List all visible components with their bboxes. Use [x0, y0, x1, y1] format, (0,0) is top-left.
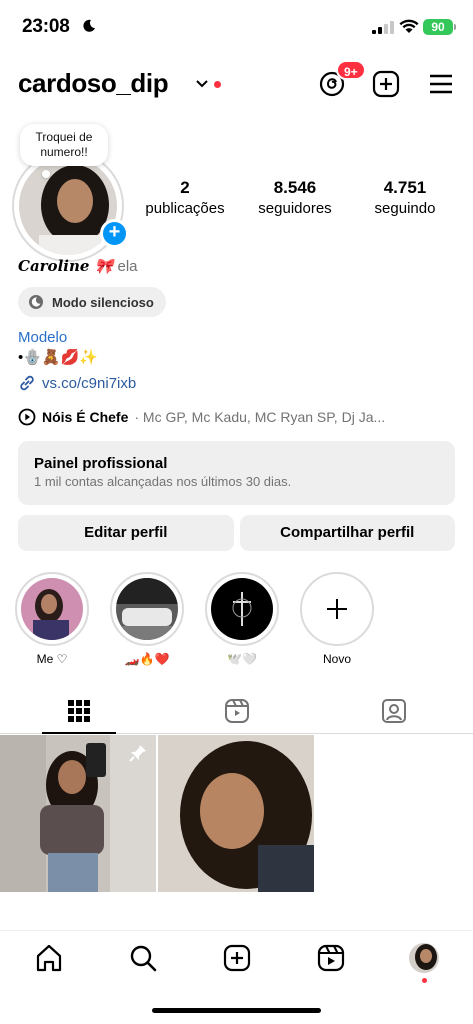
reels-icon[interactable]: [316, 943, 346, 973]
highlight-item[interactable]: 🕊️🤍: [204, 572, 280, 668]
highlight-item[interactable]: 🏎️🔥❤️: [109, 572, 185, 668]
tab-reels[interactable]: [158, 688, 316, 733]
highlight-label: Me ♡: [36, 652, 68, 666]
plus-icon: [327, 599, 347, 619]
following-count[interactable]: 4.751 seguindo: [350, 178, 460, 217]
highlight-label: 🕊️🤍: [227, 652, 257, 666]
pronoun: ela: [117, 258, 138, 275]
create-post-icon[interactable]: [372, 70, 400, 98]
silent-mode-chip[interactable]: Modo silencioso: [18, 287, 166, 317]
display-name: Caroline 🎀: [18, 257, 114, 275]
bio-text: •🪬🧸💋✨: [18, 349, 98, 366]
followers-count[interactable]: 8.546 seguidores: [240, 178, 350, 217]
moon-icon: [29, 295, 43, 309]
grid-icon: [67, 699, 90, 722]
battery-indicator: 90: [423, 19, 453, 35]
highlight-cover: [116, 578, 178, 640]
highlight-label: 🏎️🔥❤️: [124, 652, 170, 666]
note-bubble-tail: [42, 170, 50, 178]
highlight-ring: [15, 572, 89, 646]
highlight-cover: [21, 578, 83, 640]
stat-label: seguindo: [374, 200, 436, 217]
profile-note[interactable]: Troquei de numero!!: [20, 124, 108, 166]
username-switcher[interactable]: cardoso_dip: [18, 68, 169, 99]
status-time: 23:08: [22, 16, 70, 37]
post-thumbnail[interactable]: [158, 735, 314, 892]
link-icon: [20, 375, 34, 391]
highlight-ring: [205, 572, 279, 646]
new-highlight-ring: [300, 572, 374, 646]
notification-dot: [422, 978, 427, 983]
chevron-down-icon[interactable]: [196, 79, 208, 89]
profile-category[interactable]: Modelo: [18, 329, 67, 346]
profile-header: cardoso_dip 9+: [0, 60, 473, 108]
profile-music[interactable]: Nóis É Chefe · Mc GP, Mc Kadu, MC Ryan S…: [18, 408, 458, 426]
stat-value: 2: [180, 178, 190, 197]
create-icon[interactable]: [222, 943, 252, 973]
profile-link[interactable]: vs.co/c9ni7ixb: [18, 374, 136, 392]
stat-label: publicações: [145, 200, 225, 217]
menu-icon[interactable]: [428, 72, 454, 96]
link-text: vs.co/c9ni7ixb: [42, 374, 137, 392]
dashboard-title: Painel profissional: [34, 455, 168, 472]
story-highlights: Me ♡ 🏎️🔥❤️ 🕊️🤍 Novo: [14, 572, 375, 668]
tab-tagged[interactable]: [315, 688, 473, 733]
tagged-icon: [382, 698, 407, 723]
home-indicator: [152, 1008, 321, 1013]
dashboard-subtitle: 1 mil contas alcançadas nos últimos 30 d…: [34, 474, 292, 489]
new-highlight[interactable]: Novo: [299, 572, 375, 668]
home-icon[interactable]: [34, 943, 64, 973]
battery-tip: [454, 24, 456, 30]
highlight-ring: [110, 572, 184, 646]
tab-posts-grid[interactable]: [0, 688, 158, 734]
search-icon[interactable]: [128, 943, 158, 973]
posts-grid: [0, 735, 473, 892]
play-icon: [18, 408, 36, 426]
stat-label: seguidores: [258, 200, 332, 217]
moon-icon: [83, 19, 95, 32]
signal-icon: [372, 21, 394, 34]
add-story-button[interactable]: +: [100, 219, 129, 248]
post-thumbnail[interactable]: [0, 735, 156, 892]
silent-mode-label: Modo silencioso: [52, 294, 154, 310]
threads-badge: 9+: [336, 60, 366, 80]
wifi-icon: [399, 19, 419, 33]
posts-count[interactable]: 2 publicações: [130, 178, 240, 217]
highlight-cover: [211, 578, 273, 640]
profile-actions: Editar perfil Compartilhar perfil: [18, 515, 455, 551]
profile-tabs: [0, 688, 473, 734]
professional-dashboard[interactable]: Painel profissional 1 mil contas alcança…: [18, 441, 455, 505]
highlight-label: Novo: [322, 652, 351, 666]
music-artists: · Mc GP, Mc Kadu, MC Ryan SP, Dj Ja...: [134, 409, 386, 425]
pin-icon: [129, 745, 146, 762]
display-name-row: Caroline 🎀 ela: [18, 257, 138, 275]
profile-tab-avatar[interactable]: [409, 943, 439, 973]
stat-value: 4.751: [383, 178, 427, 197]
music-title: Nóis É Chefe: [42, 409, 129, 425]
profile-stats: 2 publicações 8.546 seguidores 4.751 seg…: [130, 178, 460, 217]
edit-profile-button[interactable]: Editar perfil: [18, 515, 234, 551]
profile-avatar[interactable]: +: [12, 150, 129, 262]
stat-value: 8.546: [273, 178, 317, 197]
notification-dot: [214, 81, 221, 88]
status-bar: 23:08 90: [0, 0, 473, 54]
reels-icon: [224, 698, 249, 723]
share-profile-button[interactable]: Compartilhar perfil: [239, 515, 455, 551]
highlight-item[interactable]: Me ♡: [14, 572, 90, 668]
